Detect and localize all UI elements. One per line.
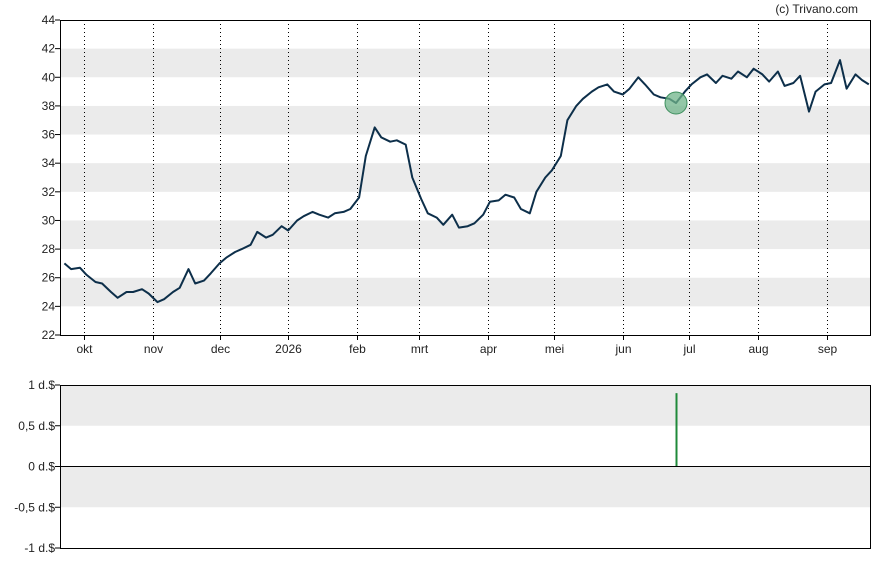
stock-chart: 22 24 26 28 30 32 34 36 38 40 42 44 okt nov dec 2026 fe… [14, 2, 871, 555]
x-tick-label: sep [818, 342, 838, 356]
dividend-band [60, 466, 871, 508]
price-grid-bands [60, 48, 871, 307]
x-tick-label: dec [211, 342, 230, 356]
y-tick-label: 44 [42, 13, 56, 27]
x-tick-label: jun [614, 342, 631, 356]
y-tick-label: 34 [42, 156, 56, 170]
y-tick-label: 42 [42, 42, 56, 56]
x-tick-label: nov [144, 342, 163, 356]
dividend-event-marker [664, 91, 688, 115]
y-tick-label: 36 [42, 128, 56, 142]
x-tick-label: aug [748, 342, 768, 356]
price-band [60, 163, 871, 192]
credit-text: (c) Trivano.com [775, 2, 858, 16]
y-tick-label: 0 d.$ [28, 460, 55, 474]
y-tick-label: 26 [42, 271, 56, 285]
y-tick-label: 1 d.$ [28, 378, 55, 392]
x-tick-label: jul [682, 342, 695, 356]
x-tick-label: mei [545, 342, 564, 356]
y-tick-label: 28 [42, 242, 56, 256]
y-tick-label: 40 [42, 70, 56, 84]
y-tick-label: 22 [42, 328, 56, 342]
y-tick-label: -1 d.$ [24, 541, 55, 555]
price-band [60, 220, 871, 250]
price-highlight [664, 91, 688, 115]
y-tick-label: -0,5 d.$ [14, 500, 55, 514]
dividend-y-axis: 1 d.$ 0,5 d.$ 0 d.$ -0,5 d.$ -1 d.$ [14, 378, 60, 555]
y-tick-label: 32 [42, 185, 56, 199]
y-tick-label: 38 [42, 99, 56, 113]
y-tick-label: 0,5 d.$ [18, 419, 55, 433]
price-y-axis: 22 24 26 28 30 32 34 36 38 40 42 44 [42, 13, 60, 342]
dividend-band [60, 385, 871, 426]
y-tick-label: 24 [42, 299, 56, 313]
x-tick-label: mrt [411, 342, 429, 356]
price-band [60, 105, 871, 135]
x-tick-label: okt [76, 342, 93, 356]
y-tick-label: 30 [42, 213, 56, 227]
price-x-axis: okt nov dec 2026 feb mrt apr mei jun jul aug sep [76, 335, 837, 356]
x-tick-label: 2026 [275, 342, 302, 356]
dividend-grid-bands [60, 385, 871, 508]
x-tick-label: feb [349, 342, 366, 356]
x-tick-label: apr [480, 342, 497, 356]
